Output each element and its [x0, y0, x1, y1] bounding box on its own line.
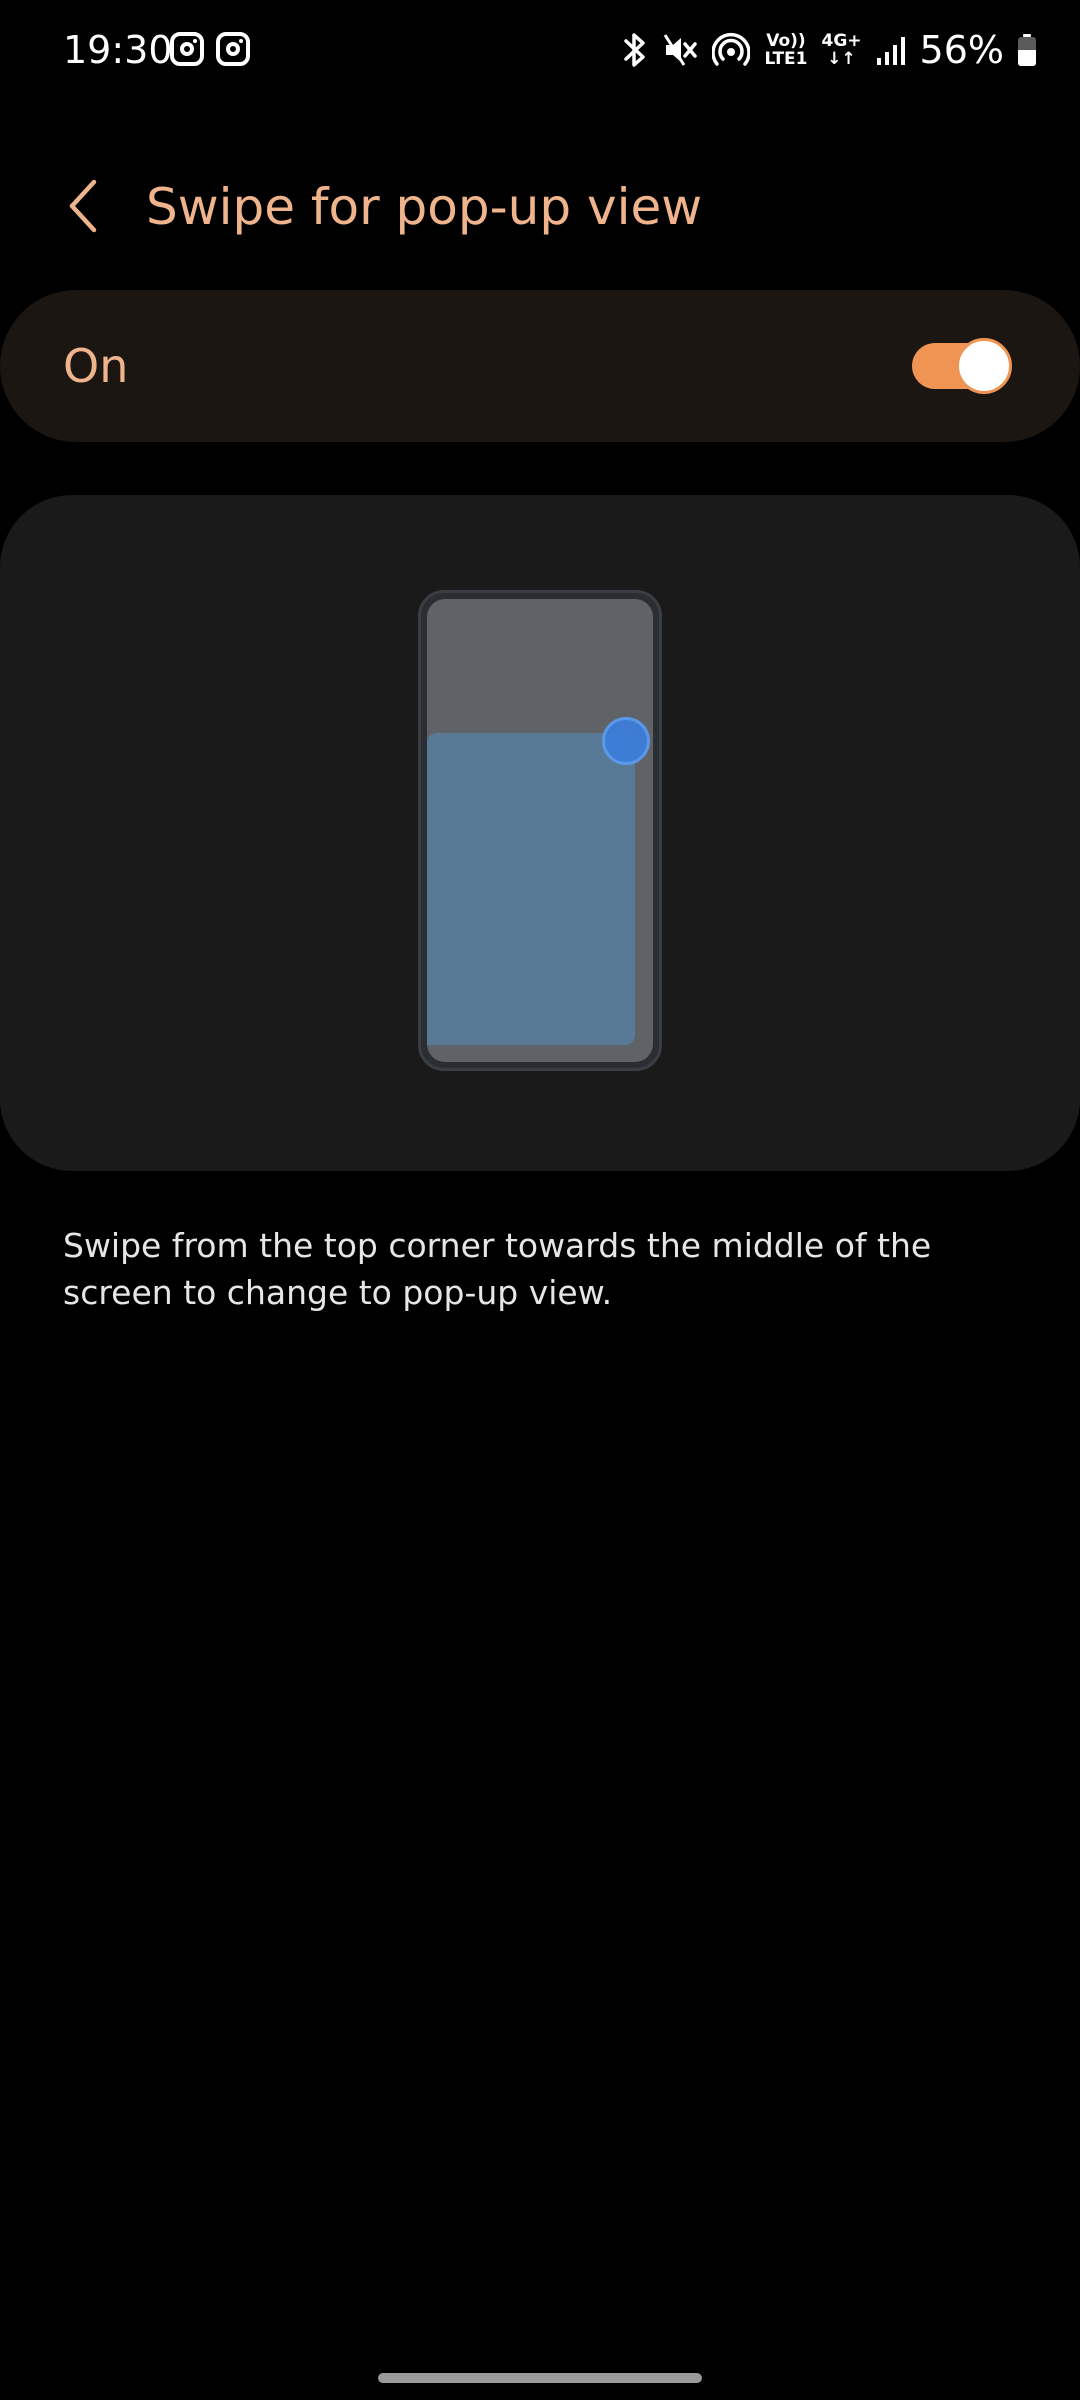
- mute-icon: [662, 30, 698, 70]
- data-arrows: ↓↑: [827, 49, 856, 69]
- home-indicator[interactable]: [378, 2373, 702, 2383]
- switch-knob: [956, 338, 1012, 394]
- phone-screen: [427, 599, 653, 1062]
- master-switch-row[interactable]: On: [0, 290, 1080, 442]
- bluetooth-icon: [622, 30, 648, 70]
- system-icons: Vo)) LTE1 4G+ ↓↑ 56%: [622, 22, 1036, 78]
- volte-top-text: Vo)): [766, 31, 806, 51]
- phone-illustration: [418, 590, 662, 1071]
- status-bar: 19:30 Vo)) LTE1 4G+ ↓↑ 56%: [0, 0, 1080, 100]
- illustration-card: [0, 495, 1080, 1171]
- chevron-left-icon: [69, 179, 97, 233]
- signal-icon: [876, 30, 906, 70]
- back-button[interactable]: [50, 166, 114, 246]
- touch-point-icon: [602, 717, 650, 765]
- data-type-text: 4G+: [821, 31, 862, 51]
- page-title: Swipe for pop-up view: [146, 178, 703, 236]
- switch-label: On: [63, 339, 129, 393]
- hotspot-icon: [712, 30, 751, 70]
- status-time: 19:30: [63, 28, 173, 72]
- mobile-data-icon: 4G+ ↓↑: [822, 30, 862, 70]
- description-text: Swipe from the top corner towards the mi…: [63, 1226, 932, 1312]
- notification-icons: [170, 32, 250, 66]
- battery-level-fill: [1018, 49, 1036, 66]
- toggle-switch[interactable]: [912, 338, 1012, 394]
- instagram-icon: [170, 32, 204, 66]
- instagram-icon: [216, 32, 250, 66]
- popup-window-illustration: [427, 733, 635, 1045]
- volte-icon: Vo)) LTE1: [764, 30, 807, 70]
- battery-icon: [1018, 34, 1036, 66]
- volte-bottom-text: LTE1: [764, 49, 808, 69]
- battery-percent: 56%: [919, 28, 1004, 72]
